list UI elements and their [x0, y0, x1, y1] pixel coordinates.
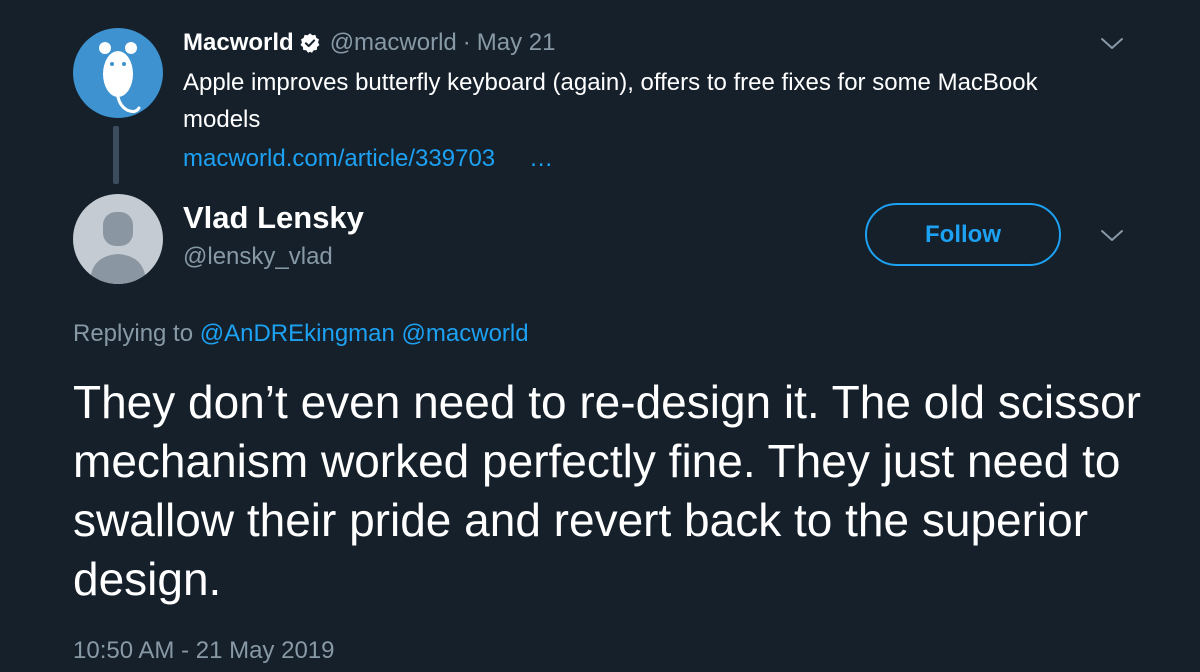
tweet-timestamp[interactable]: 10:50 AM - 21 May 2019 — [73, 637, 335, 665]
chevron-down-icon[interactable] — [1099, 33, 1125, 53]
macworld-tweet-text: Apple improves butterfly keyboard (again… — [183, 69, 1038, 133]
macworld-avatar[interactable] — [73, 28, 163, 118]
macworld-tweet-date[interactable]: May 21 — [477, 29, 556, 57]
replying-to-row: Replying to @AnDREkingman @macworld — [73, 320, 529, 348]
verified-badge-icon — [299, 32, 321, 54]
link-ellipsis[interactable]: … — [529, 145, 555, 172]
default-avatar-icon — [90, 212, 146, 284]
reply-tweet-text: They don’t even need to re-design it. Th… — [73, 376, 1141, 605]
vlad-lensky-avatar[interactable] — [73, 194, 163, 284]
macworld-author-name[interactable]: Macworld — [183, 29, 294, 57]
reply-author-handle[interactable]: @lensky_vlad — [183, 243, 333, 271]
mention-macworld[interactable]: @macworld — [402, 320, 529, 347]
macworld-handle[interactable]: @macworld — [330, 29, 457, 57]
article-link[interactable]: macworld.com/article/339703 — [183, 145, 495, 172]
mouse-icon — [99, 42, 141, 114]
reply-author-name[interactable]: Vlad Lensky — [183, 200, 364, 236]
chevron-down-icon[interactable] — [1099, 225, 1125, 245]
thread-connector-line — [113, 126, 119, 184]
mention-andrekingman[interactable]: @AnDREkingman — [200, 320, 395, 347]
follow-button[interactable]: Follow — [865, 203, 1061, 266]
macworld-link-row: macworld.com/article/339703 … — [183, 140, 555, 177]
dot-separator: · — [462, 29, 471, 56]
replying-to-label: Replying to — [73, 320, 194, 347]
macworld-tweet-header: Macworld @macworld · May 21 — [183, 28, 555, 58]
